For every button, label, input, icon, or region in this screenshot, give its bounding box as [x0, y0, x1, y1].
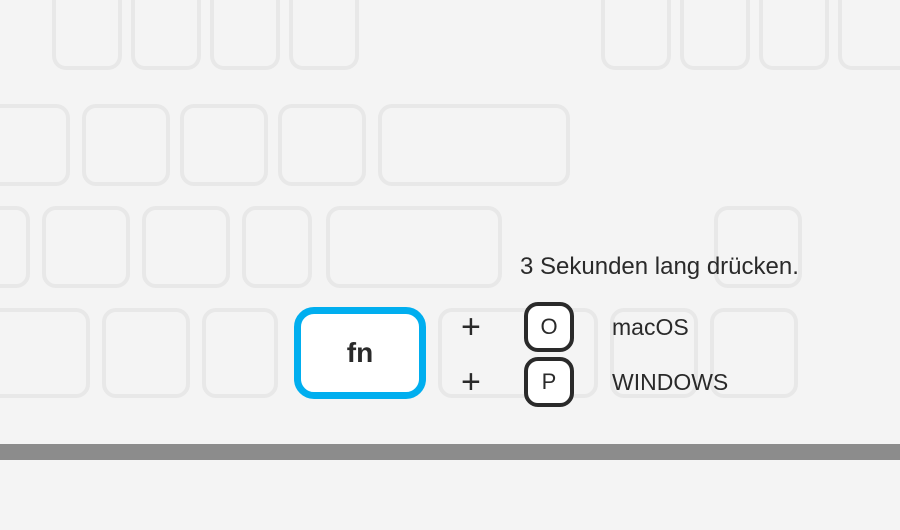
fn-key-label: fn — [347, 337, 373, 369]
divider-bar — [0, 444, 900, 460]
bg-key — [289, 0, 359, 70]
bg-key — [52, 0, 122, 70]
key-o: O — [524, 302, 574, 352]
os-label-macos: macOS — [612, 314, 689, 341]
bg-key — [0, 308, 90, 398]
bg-key — [278, 104, 366, 186]
bg-key — [42, 206, 130, 288]
plus-icon: + — [461, 310, 481, 344]
bg-key — [378, 104, 570, 186]
bg-key — [131, 0, 201, 70]
bg-key — [102, 308, 190, 398]
bg-key — [0, 104, 70, 186]
bg-key — [82, 104, 170, 186]
bg-key — [838, 0, 900, 70]
bg-key — [0, 206, 30, 288]
bg-key — [759, 0, 829, 70]
instruction-text: 3 Sekunden lang drücken. — [520, 253, 799, 281]
plus-icon: + — [461, 365, 481, 399]
bg-key — [202, 308, 278, 398]
bg-key — [180, 104, 268, 186]
bg-key — [242, 206, 312, 288]
bg-key — [142, 206, 230, 288]
bg-key — [210, 0, 280, 70]
bg-key — [326, 206, 502, 288]
fn-key: fn — [294, 307, 426, 399]
bg-key — [601, 0, 671, 70]
key-p: P — [524, 357, 574, 407]
key-o-label: O — [540, 314, 557, 340]
bg-key — [680, 0, 750, 70]
key-p-label: P — [542, 369, 557, 395]
os-label-windows: WINDOWS — [612, 369, 728, 396]
